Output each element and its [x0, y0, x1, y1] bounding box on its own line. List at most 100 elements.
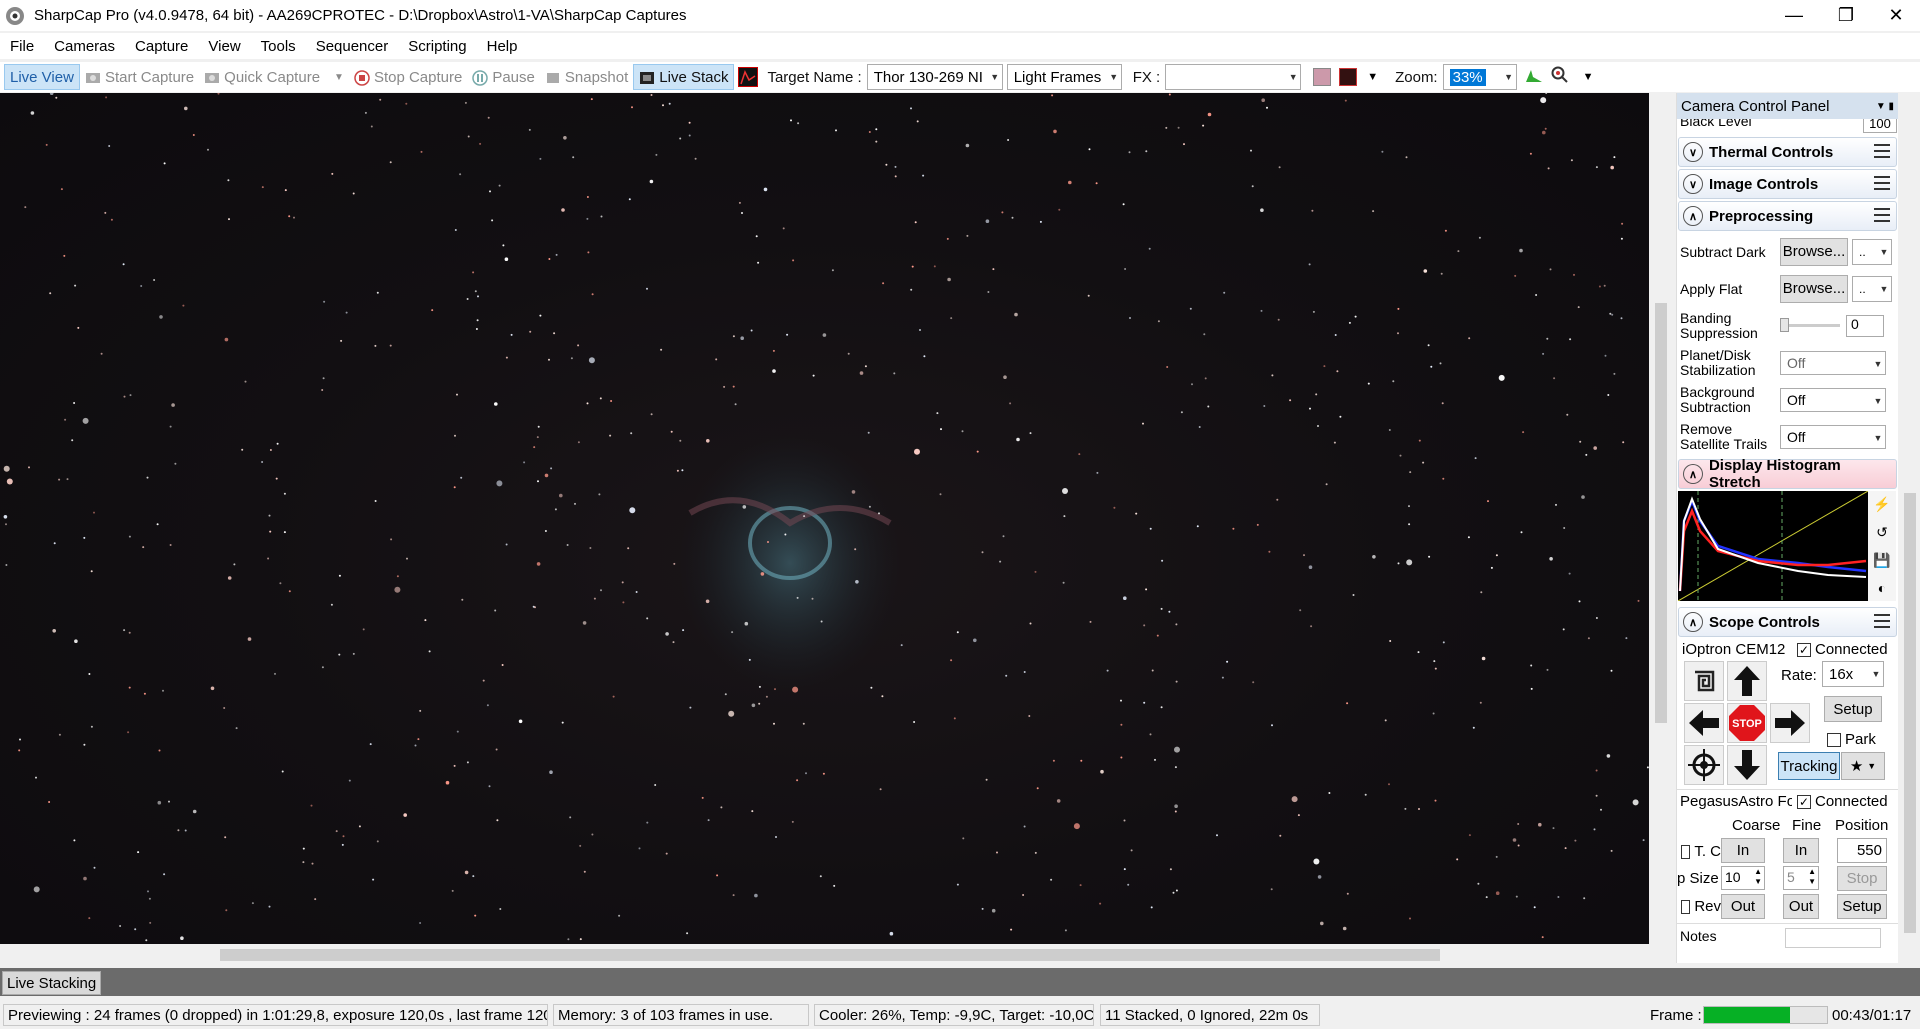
hamburger-icon[interactable]	[1874, 208, 1890, 222]
pin-icon[interactable]: ▼ ▮	[1876, 101, 1894, 112]
menu-scripting[interactable]: Scripting	[398, 38, 476, 55]
step-coarse-spinner[interactable]: 10 ▲ ▼	[1721, 866, 1765, 890]
focuser-setup-button[interactable]: Setup	[1837, 894, 1887, 919]
goto-icon[interactable]	[1684, 661, 1724, 701]
scroll-thumb[interactable]	[1904, 493, 1916, 933]
start-capture-button[interactable]: Start Capture	[80, 64, 199, 90]
auto-stretch-icon[interactable]: ⚡	[1873, 496, 1890, 513]
arrow-left-icon[interactable]	[1684, 703, 1724, 743]
star	[1579, 440, 1582, 443]
image-horizontal-scrollbar[interactable]	[0, 946, 1652, 964]
scope-setup-button[interactable]: Setup	[1824, 696, 1882, 722]
focuser-connected-checkbox[interactable]: ✓ Connected	[1797, 793, 1888, 810]
banding-slider[interactable]	[1780, 316, 1846, 336]
save-icon[interactable]: 💾	[1873, 552, 1890, 569]
star	[1023, 825, 1026, 828]
zoom-combo[interactable]: 33% ▼	[1442, 64, 1517, 90]
scroll-thumb[interactable]	[220, 949, 1440, 961]
mount-connected-checkbox[interactable]: ✓ Connected	[1797, 641, 1888, 658]
background-subtraction-combo[interactable]: Off ▼	[1780, 387, 1886, 412]
menu-sequencer[interactable]: Sequencer	[306, 38, 399, 55]
thermal-controls-header[interactable]: ∨ Thermal Controls	[1678, 137, 1897, 167]
arrow-down-icon[interactable]	[1727, 745, 1767, 785]
overlay-icon[interactable]	[1313, 68, 1332, 86]
frame-type-combo[interactable]: Light Frames ▼	[1006, 64, 1122, 90]
banding-value[interactable]: 0	[1846, 314, 1884, 337]
live-view-button[interactable]: Live View	[4, 64, 80, 90]
reset-icon[interactable]: ↺	[1876, 524, 1888, 541]
mount-name: iOptron CEM12	[1682, 641, 1786, 658]
target-name-combo[interactable]: Thor 130-269 NI ▼	[866, 64, 1003, 90]
arrow-up-icon[interactable]	[1727, 661, 1767, 701]
menu-view[interactable]: View	[198, 38, 250, 55]
menu-help[interactable]: Help	[477, 38, 528, 55]
apply-flat-browse-button[interactable]: Browse...	[1780, 274, 1848, 303]
chevron-down-icon[interactable]: ▼	[1583, 71, 1594, 83]
menu-file[interactable]: File	[0, 38, 44, 55]
coarse-label: Coarse	[1732, 817, 1781, 834]
star	[566, 544, 569, 546]
menu-tools[interactable]: Tools	[251, 38, 306, 55]
minimize-icon[interactable]: —	[1771, 0, 1817, 31]
zoom-icon[interactable]	[1551, 66, 1569, 88]
pause-button[interactable]: Pause	[467, 64, 540, 90]
tracking-button[interactable]: Tracking	[1778, 752, 1840, 780]
hamburger-icon[interactable]	[1874, 144, 1890, 158]
star-dropdown[interactable]: ★ ▼	[1841, 752, 1885, 780]
star	[1595, 617, 1598, 619]
panel-scrollbar[interactable]	[1900, 93, 1920, 963]
live-stacking-tab[interactable]: Live Stacking	[2, 971, 102, 995]
stop-capture-button[interactable]: Stop Capture	[349, 64, 467, 90]
notes-field[interactable]	[1785, 928, 1881, 948]
quick-capture-button[interactable]: Quick Capture ▼	[199, 64, 349, 90]
contrast-icon[interactable]: ◐	[1878, 580, 1886, 596]
reverse-checkbox[interactable]: Rev	[1681, 898, 1721, 915]
subtract-dark-browse-button[interactable]: Browse...	[1780, 237, 1848, 266]
step-fine-spinner[interactable]: 5 ▲ ▼	[1783, 866, 1819, 890]
menu-cameras[interactable]: Cameras	[44, 38, 125, 55]
restore-icon[interactable]: ❐	[1823, 0, 1869, 31]
scroll-thumb[interactable]	[1655, 303, 1667, 723]
histogram-mini-icon[interactable]	[738, 67, 759, 87]
hamburger-icon[interactable]	[1874, 176, 1890, 190]
arrow-right-icon[interactable]	[1770, 703, 1810, 743]
crosshair-target-icon[interactable]	[1684, 745, 1724, 785]
coarse-in-button[interactable]: In	[1721, 838, 1765, 863]
black-level-value[interactable]: 100	[1863, 119, 1897, 133]
fine-in-button[interactable]: In	[1783, 838, 1819, 863]
histogram-plot[interactable]	[1678, 491, 1868, 601]
chevron-down-icon[interactable]: ▼	[334, 72, 344, 83]
fx-combo[interactable]: ▼	[1165, 64, 1302, 90]
star	[660, 348, 663, 351]
star	[223, 707, 226, 709]
stop-button[interactable]: STOP	[1727, 703, 1767, 743]
star	[919, 329, 921, 331]
chevron-down-icon[interactable]: ▼	[1367, 71, 1378, 83]
satellite-trails-combo[interactable]: Off ▼	[1780, 424, 1886, 449]
focuser-stop-button[interactable]: Stop	[1837, 866, 1887, 891]
subtract-dark-combo[interactable]: .. ▼	[1852, 238, 1892, 265]
position-value[interactable]: 550	[1837, 838, 1887, 863]
temp-comp-checkbox[interactable]: T. C	[1681, 843, 1721, 860]
display-histogram-header[interactable]: ∧ Display Histogram Stretch	[1678, 457, 1897, 491]
crosshair-icon[interactable]	[1339, 68, 1358, 86]
apply-flat-combo[interactable]: .. ▼	[1852, 275, 1892, 302]
hamburger-icon[interactable]	[1874, 614, 1890, 628]
live-image-view[interactable]	[0, 93, 1649, 944]
histogram-area[interactable]: ⚡ ↺ 💾 ◐	[1678, 491, 1897, 603]
histogram-icon[interactable]	[1525, 67, 1543, 87]
park-checkbox[interactable]: Park	[1827, 731, 1876, 748]
planet-stabilization-combo[interactable]: Off ▼	[1780, 350, 1886, 375]
image-controls-header[interactable]: ∨ Image Controls	[1678, 169, 1897, 199]
image-vertical-scrollbar[interactable]	[1652, 93, 1670, 944]
close-icon[interactable]: ✕	[1873, 0, 1919, 31]
preprocessing-header[interactable]: ∧ Preprocessing	[1678, 201, 1897, 231]
coarse-out-button[interactable]: Out	[1721, 894, 1765, 919]
menu-capture[interactable]: Capture	[125, 38, 198, 55]
live-stack-button[interactable]: Live Stack	[633, 64, 735, 90]
snapshot-button[interactable]: Snapshot	[540, 64, 633, 90]
frame-progress-bar	[1703, 1006, 1828, 1024]
rate-combo[interactable]: 16x ▼	[1822, 661, 1884, 687]
fine-out-button[interactable]: Out	[1783, 894, 1819, 919]
scope-controls-header[interactable]: ∧ Scope Controls	[1678, 607, 1897, 637]
